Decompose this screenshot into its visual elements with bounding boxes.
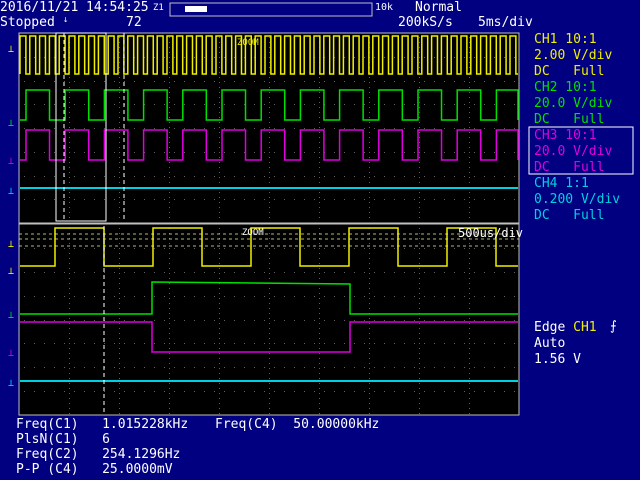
ch3-name[interactable]: CH3 10:1	[534, 128, 597, 144]
time-text: 14:54:25	[86, 0, 149, 15]
meas-row-2: PlsN(C1) 6	[16, 432, 110, 447]
ch1-name[interactable]: CH1 10:1	[534, 32, 597, 48]
ch4-coupling: DC Full	[534, 208, 605, 223]
date-text: 2016/11/21	[0, 0, 79, 15]
ground-marker-icon: ⊥	[8, 44, 14, 55]
ground-marker-icon: ⊥	[8, 156, 14, 167]
zoom-grid	[18, 223, 520, 416]
trigger-marker-icon: ꜜ	[62, 15, 70, 29]
trigger-level: 1.56 V	[534, 352, 581, 367]
ch2-coupling: DC Full	[534, 112, 605, 127]
rising-edge-icon: ⨍	[610, 319, 617, 334]
ground-marker-icon: ⊥	[8, 310, 14, 321]
sample-rate: 200kS/s	[398, 15, 453, 30]
ch3-coupling: DC Full	[534, 160, 605, 175]
meas-row-4: P-P (C4) 25.0000mV	[16, 462, 173, 477]
ch3-scale[interactable]: 20.0 V/div	[534, 144, 612, 160]
ch2-scale[interactable]: 20.0 V/div	[534, 96, 612, 112]
zoom-label: ZOOM	[242, 228, 264, 238]
trigger-mode[interactable]: Auto	[534, 336, 565, 352]
ch2-name[interactable]: CH2 10:1	[534, 80, 597, 96]
meas-row-1: Freq(C1) 1.015228kHz	[16, 417, 189, 432]
ch4-scale[interactable]: 0.200 V/div	[534, 192, 620, 208]
record-length: 10k	[375, 2, 394, 13]
ground-marker-icon: ⊥	[8, 239, 14, 250]
ground-marker-icon: ⊥	[8, 266, 14, 277]
meas-row-3: Freq(C2) 254.1296Hz	[16, 447, 181, 462]
trigger-type: Edge CH1	[534, 320, 597, 335]
zoom-mark: Z1	[153, 3, 164, 13]
zoom-range-label: ZOOM	[237, 38, 259, 48]
acq-mode: Normal	[415, 0, 462, 15]
acq-count: 72	[126, 15, 142, 30]
ground-marker-icon: ⊥	[8, 118, 14, 129]
ch1-scale[interactable]: 2.00 V/div	[534, 48, 612, 64]
ground-marker-icon: ⊥	[8, 186, 14, 197]
ch1-coupling: DC Full	[534, 64, 605, 79]
zoom-timebase: 500us/div	[458, 226, 524, 240]
ground-marker-icon: ⊥	[8, 348, 14, 359]
run-state[interactable]: Stopped	[0, 16, 55, 30]
meas-right: Freq(C4) 50.00000kHz	[215, 417, 380, 432]
ch4-name[interactable]: CH4 1:1	[534, 176, 589, 192]
ground-marker-icon: ⊥	[8, 378, 14, 389]
record-window-indicator[interactable]	[185, 6, 207, 12]
timebase: 5ms/div	[478, 15, 533, 30]
